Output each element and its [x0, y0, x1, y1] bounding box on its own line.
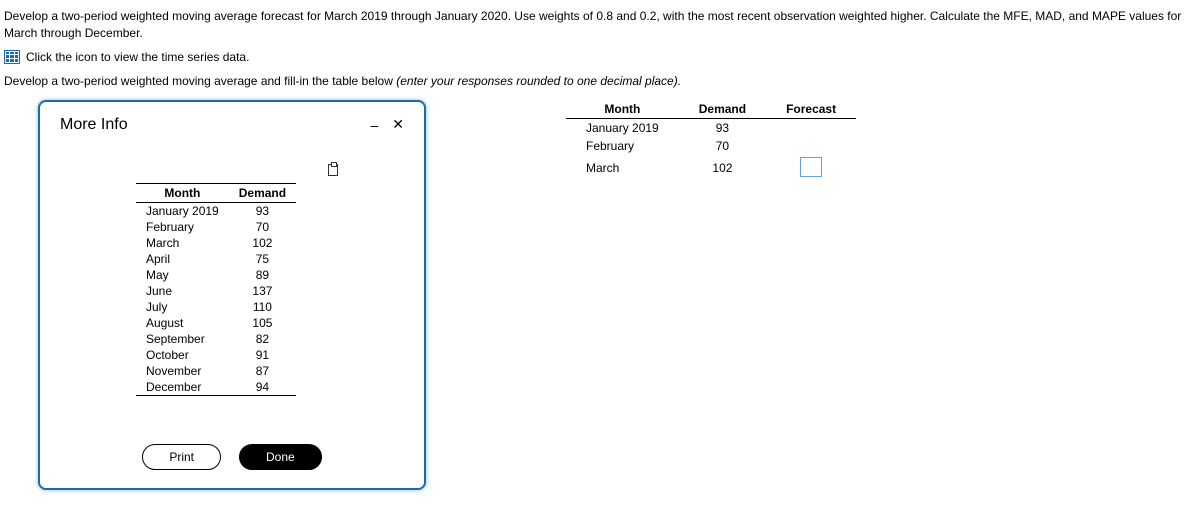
table-row: February 70 [566, 137, 856, 155]
question-line-1: Develop a two-period weighted moving ave… [4, 8, 1196, 42]
more-info-modal: More Info – ✕ Month Demand January 20199… [38, 100, 426, 490]
done-button[interactable]: Done [239, 444, 322, 470]
time-series-link-row[interactable]: Click the icon to view the time series d… [4, 50, 1196, 64]
clipboard-icon[interactable] [328, 164, 338, 176]
minimize-icon[interactable]: – [370, 117, 378, 133]
table-row: March 102 [566, 155, 856, 182]
table-icon [4, 50, 20, 64]
time-series-table: Month Demand January 201993 February70 M… [136, 183, 296, 396]
table-row: June137 [136, 283, 296, 299]
instruction-line: Develop a two-period weighted moving ave… [4, 74, 1196, 88]
table-row: July110 [136, 299, 296, 315]
table-row: October91 [136, 347, 296, 363]
table-row: April75 [136, 251, 296, 267]
table-row: March102 [136, 235, 296, 251]
table-row: February70 [136, 219, 296, 235]
table-row: September82 [136, 331, 296, 347]
forecast-input-march[interactable] [800, 157, 822, 177]
col-demand: Demand [229, 183, 296, 202]
col-month: Month [136, 183, 229, 202]
close-icon[interactable]: ✕ [392, 116, 404, 133]
ans-col-demand: Demand [679, 100, 766, 119]
table-row: May89 [136, 267, 296, 283]
modal-title: More Info [60, 116, 128, 134]
print-button[interactable]: Print [142, 444, 221, 470]
ans-col-month: Month [566, 100, 679, 119]
table-row: December94 [136, 379, 296, 396]
table-row: January 2019 93 [566, 118, 856, 137]
ans-col-forecast: Forecast [766, 100, 856, 119]
table-row: January 201993 [136, 202, 296, 219]
table-row: August105 [136, 315, 296, 331]
time-series-link-text: Click the icon to view the time series d… [26, 50, 249, 64]
answer-table: Month Demand Forecast January 2019 93 Fe… [566, 100, 856, 182]
table-row: November87 [136, 363, 296, 379]
